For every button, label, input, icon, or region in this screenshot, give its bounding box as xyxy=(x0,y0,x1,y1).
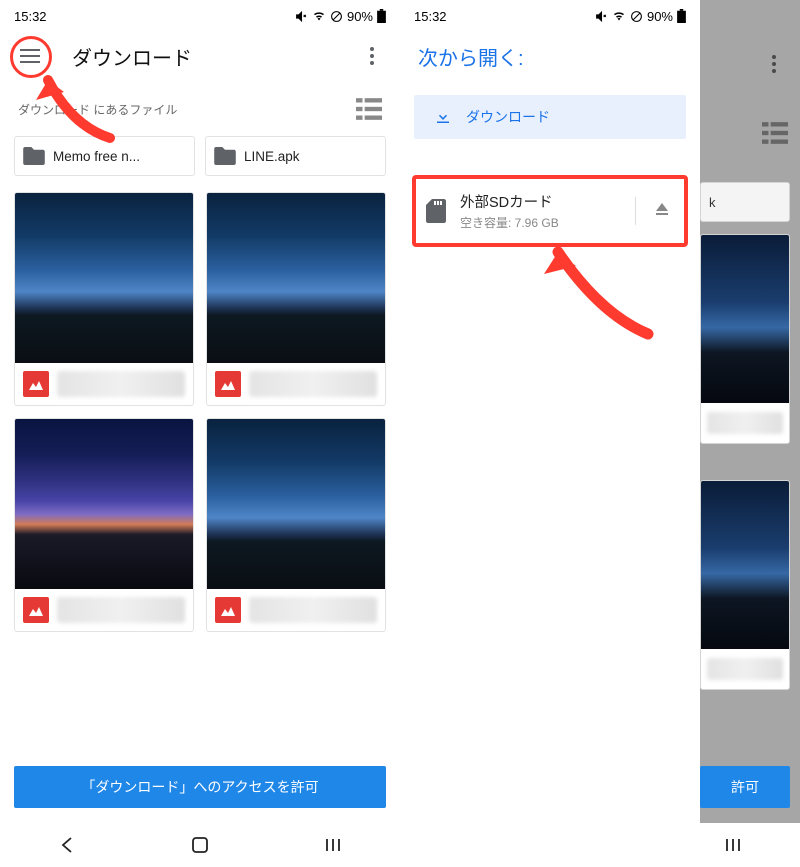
wifi-icon xyxy=(312,10,326,22)
phone-left: 15:32 90% ダウンロード ダウンロード にあるファイル Memo fre… xyxy=(0,0,400,867)
folder-label: Memo free n... xyxy=(53,149,140,164)
sdcard-icon xyxy=(426,199,446,223)
wifi-icon xyxy=(612,10,626,22)
battery-icon xyxy=(677,9,686,23)
filename-redacted xyxy=(57,371,185,397)
volume-mute-icon xyxy=(595,10,608,23)
folder-icon xyxy=(23,147,45,165)
status-bar: 15:32 90% xyxy=(400,0,700,28)
thumbnail xyxy=(207,419,385,589)
image-icon xyxy=(23,371,49,397)
allow-access-button-peek[interactable]: 許可 xyxy=(700,766,790,808)
volume-mute-icon xyxy=(295,10,308,23)
allow-access-label: 「ダウンロード」へのアクセスを許可 xyxy=(81,777,318,797)
back-button[interactable] xyxy=(57,835,77,855)
clock: 15:32 xyxy=(14,9,47,24)
thumbnail xyxy=(701,235,789,403)
image-icon xyxy=(215,371,241,397)
recents-button[interactable] xyxy=(723,835,743,855)
more-button[interactable] xyxy=(352,36,392,76)
battery-icon xyxy=(377,9,386,23)
file-tile[interactable] xyxy=(206,192,386,406)
drawer-item-downloads[interactable]: ダウンロード xyxy=(414,95,686,139)
tile-footer xyxy=(15,363,193,405)
folder-icon xyxy=(214,147,236,165)
filename-redacted xyxy=(707,658,783,680)
file-tile[interactable] xyxy=(206,418,386,632)
file-grid xyxy=(0,184,400,640)
tile-footer xyxy=(701,649,789,689)
image-icon xyxy=(23,597,49,623)
thumbnail xyxy=(15,193,193,363)
battery-pct: 90% xyxy=(347,9,373,24)
eject-button[interactable] xyxy=(650,201,674,222)
file-tile-peek[interactable] xyxy=(700,480,790,690)
battery-pct: 90% xyxy=(647,9,673,24)
sdcard-free: 空き容量: 7.96 GB xyxy=(460,214,621,231)
phone-right: k 許可 15:32 90% xyxy=(400,0,800,867)
annotation-arrow-right xyxy=(530,234,660,344)
filename-redacted xyxy=(707,412,783,434)
tile-footer xyxy=(701,403,789,443)
sdcard-text: 外部SDカード 空き容量: 7.96 GB xyxy=(460,191,621,231)
system-nav-bar xyxy=(0,823,400,867)
filename-redacted xyxy=(249,371,377,397)
list-view-button[interactable] xyxy=(356,98,382,120)
folder-item[interactable]: LINE.apk xyxy=(205,136,386,176)
drawer-title: 次から開く: xyxy=(400,28,700,81)
drawer-item-label: ダウンロード xyxy=(466,107,550,127)
dimmed-background: k 許可 xyxy=(700,0,800,823)
folder-label-peek: k xyxy=(709,195,716,210)
status-icons: 90% xyxy=(595,9,686,24)
annotation-arrow-left xyxy=(32,66,122,146)
file-tile-peek[interactable] xyxy=(700,234,790,444)
tile-footer xyxy=(15,589,193,631)
download-icon xyxy=(434,108,452,126)
image-icon xyxy=(215,597,241,623)
no-sim-icon xyxy=(330,10,343,23)
tile-footer xyxy=(207,589,385,631)
more-vert-icon xyxy=(772,55,776,73)
status-bar: 15:32 90% xyxy=(0,0,400,28)
tile-footer xyxy=(207,363,385,405)
more-button[interactable] xyxy=(754,44,794,84)
filename-redacted xyxy=(57,597,185,623)
thumbnail xyxy=(15,419,193,589)
allow-access-label-peek: 許可 xyxy=(731,777,759,797)
filename-redacted xyxy=(249,597,377,623)
more-vert-icon xyxy=(370,47,374,65)
divider xyxy=(635,197,636,225)
home-button[interactable] xyxy=(190,835,210,855)
list-view-button[interactable] xyxy=(762,122,788,144)
file-tile[interactable] xyxy=(14,192,194,406)
sdcard-title: 外部SDカード xyxy=(460,191,621,212)
allow-access-button[interactable]: 「ダウンロード」へのアクセスを許可 xyxy=(14,766,386,808)
thumbnail xyxy=(207,193,385,363)
folder-item-peek[interactable]: k xyxy=(700,182,790,222)
recents-button[interactable] xyxy=(323,835,343,855)
eject-icon xyxy=(654,201,670,217)
folder-label: LINE.apk xyxy=(244,149,300,164)
thumbnail xyxy=(701,481,789,649)
file-tile[interactable] xyxy=(14,418,194,632)
status-icons: 90% xyxy=(295,9,386,24)
navigation-drawer: 15:32 90% 次から開く: ダウンロード 外部SDカード 空き容量: 7.… xyxy=(400,0,700,867)
clock: 15:32 xyxy=(414,9,447,24)
no-sim-icon xyxy=(630,10,643,23)
